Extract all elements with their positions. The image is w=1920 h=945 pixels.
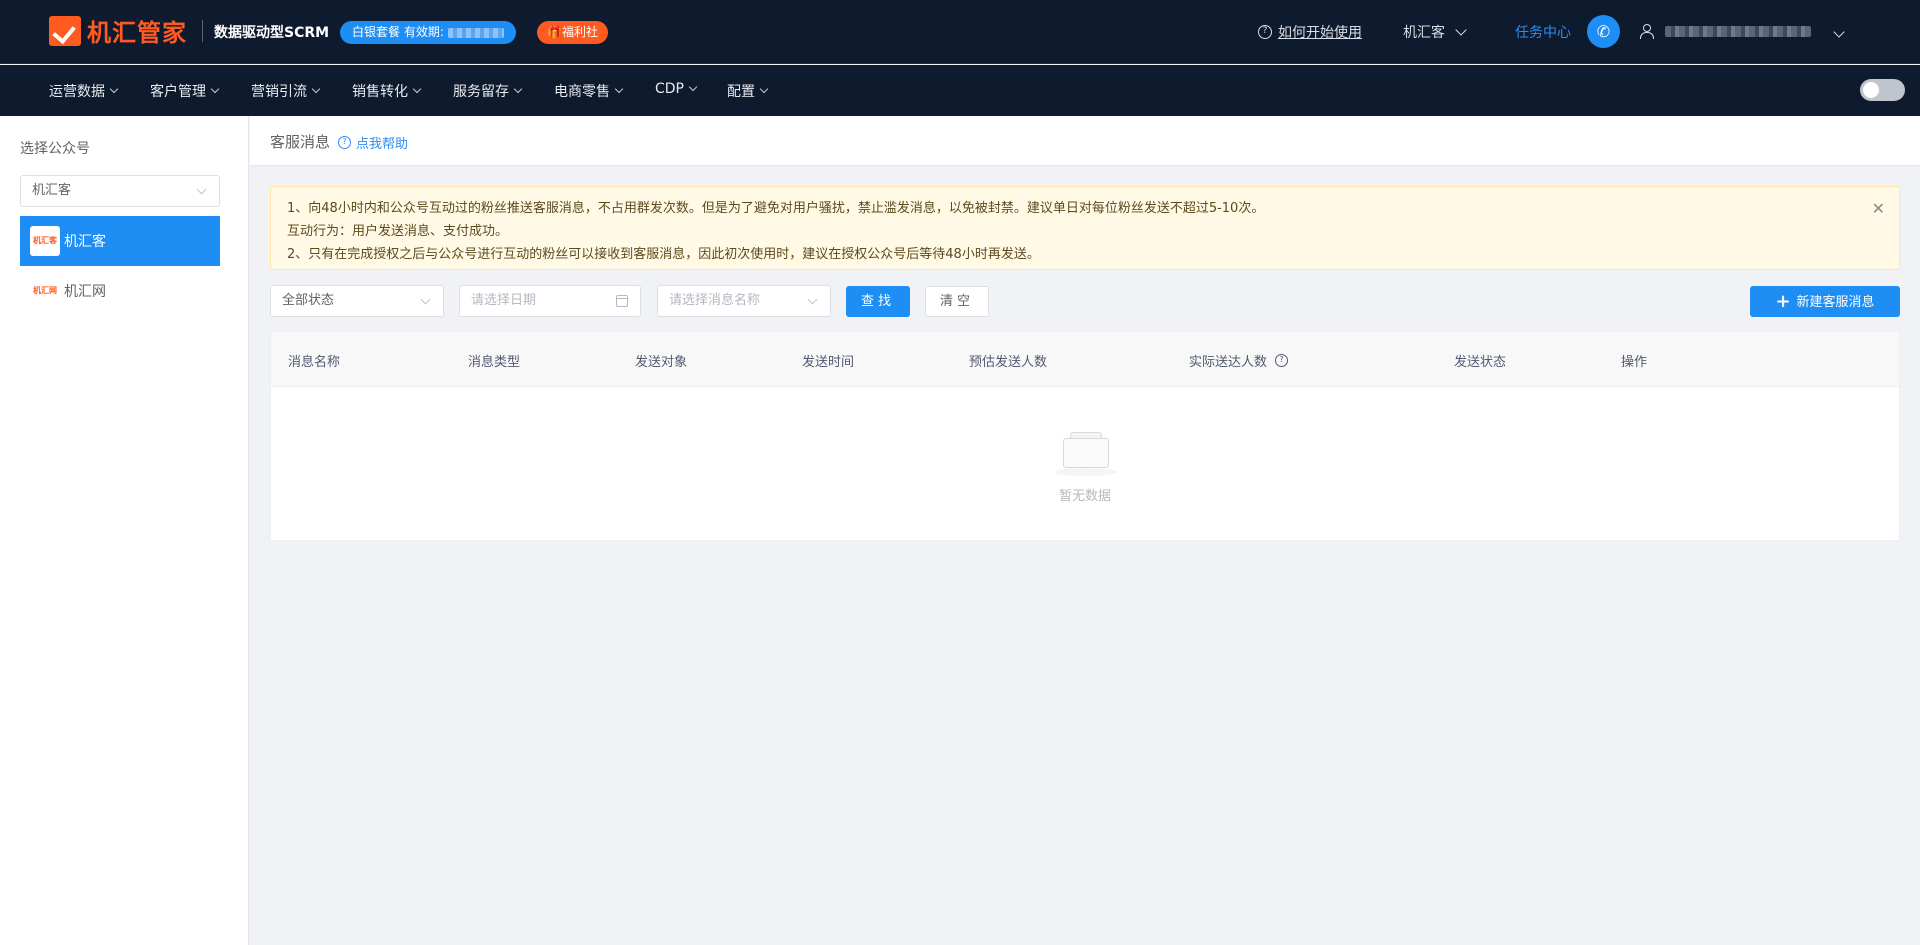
brand-logo[interactable]: 机汇管家 [49, 13, 187, 48]
divider [202, 20, 203, 42]
nav-label: 客户管理 [150, 84, 206, 100]
page-title: 客服消息 [270, 133, 331, 151]
nav-item-ecommerce[interactable]: 电商零售 [554, 81, 624, 101]
welfare-badge[interactable]: 🎁福利社 [537, 21, 608, 44]
new-message-label: 新建客服消息 [1796, 295, 1875, 310]
account-avatar: 机汇客 [30, 226, 60, 256]
user-icon [1640, 24, 1654, 39]
chevron-down-icon [1455, 24, 1467, 36]
column-header: 发送状态 [1454, 355, 1507, 370]
help-start-label: 如何开始使用 [1278, 25, 1362, 41]
column-header: 实际送达人数 [1189, 355, 1268, 370]
nav-item-service[interactable]: 服务留存 [453, 81, 523, 101]
empty-box [1063, 438, 1109, 468]
clear-button[interactable]: 清空 [925, 286, 989, 317]
plus-icon: + [1775, 291, 1791, 312]
logo-check-icon [49, 15, 81, 46]
nav-item-settings[interactable]: 配置 [727, 81, 769, 101]
question-icon[interactable]: ? [1275, 354, 1289, 367]
column-header: 消息类型 [468, 355, 521, 370]
account-switcher-label: 机汇客 [1403, 25, 1445, 41]
package-label: 白银套餐 有效期: [352, 25, 444, 39]
account-avatar: 机汇网 [33, 286, 57, 295]
message-name-placeholder: 请选择消息名称 [669, 293, 761, 308]
column-header: 预估发送人数 [969, 355, 1048, 370]
column-header: 消息名称 [288, 355, 341, 370]
sidebar-item-account[interactable]: 机汇网 机汇网 [20, 266, 220, 316]
account-name: 机汇网 [64, 284, 106, 300]
notice-line: 1、向48小时内和公众号互动过的粉丝推送客服消息，不占用群发次数。但是为了避免对… [287, 201, 1265, 216]
chevron-down-icon [412, 84, 422, 94]
chevron-down-icon [759, 84, 769, 94]
nav-label: 配置 [727, 84, 755, 100]
account-switcher[interactable]: 机汇客 [1403, 22, 1467, 42]
account-select[interactable]: 机汇客 [20, 175, 220, 207]
sidebar-title: 选择公众号 [20, 141, 90, 157]
nav-item-sales[interactable]: 销售转化 [352, 81, 422, 101]
notice-line: 互动行为：用户发送消息、支付成功。 [287, 224, 509, 239]
top-header: 机汇管家 数据驱动型SCRM 白银套餐 有效期: 🎁福利社 ? 如何开始使用 机… [0, 0, 1920, 64]
status-select-value: 全部状态 [282, 293, 335, 308]
chevron-down-icon [614, 84, 624, 94]
nav-label: 营销引流 [251, 84, 307, 100]
empty-shadow [1054, 468, 1118, 476]
empty-inbox-icon [1054, 432, 1118, 476]
phone-icon[interactable]: ✆ [1587, 15, 1620, 48]
close-icon[interactable]: ✕ [1872, 201, 1885, 217]
question-icon: ? [338, 136, 351, 149]
main-nav: 运营数据 客户管理 营销引流 销售转化 服务留存 电商零售 CDP 配置 [0, 65, 1920, 116]
slogan: 数据驱动型SCRM [214, 25, 330, 41]
nav-label: 电商零售 [554, 84, 610, 100]
date-placeholder: 请选择日期 [471, 293, 537, 308]
nav-label: 服务留存 [453, 84, 509, 100]
nav-item-customer[interactable]: 客户管理 [150, 81, 220, 101]
task-center-link[interactable]: 任务中心 [1515, 22, 1571, 42]
chevron-down-icon [311, 84, 321, 94]
chevron-down-icon [210, 84, 220, 94]
nav-item-ops-data[interactable]: 运营数据 [49, 81, 119, 101]
sidebar-item-account[interactable]: 机汇客 机汇客 [20, 216, 220, 266]
question-icon: ? [1258, 25, 1272, 39]
column-header: 发送对象 [635, 355, 688, 370]
status-select[interactable]: 全部状态 [270, 285, 444, 317]
logo-text: 机汇管家 [87, 19, 187, 47]
message-name-select[interactable]: 请选择消息名称 [657, 285, 831, 317]
date-picker[interactable]: 请选择日期 [459, 285, 641, 317]
nav-label: 运营数据 [49, 84, 105, 100]
calendar-icon [616, 295, 628, 307]
notice-alert: 1、向48小时内和公众号互动过的粉丝推送客服消息，不占用群发次数。但是为了避免对… [270, 186, 1900, 270]
nav-item-cdp[interactable]: CDP [655, 81, 698, 97]
help-link-label: 点我帮助 [356, 137, 409, 152]
notice-line: 2、只有在完成授权之后与公众号进行互动的粉丝可以接收到客服消息，因此初次使用时，… [287, 247, 1040, 262]
chevron-down-icon [196, 184, 207, 195]
search-button[interactable]: 查找 [846, 286, 910, 317]
help-start-link[interactable]: ? 如何开始使用 [1258, 22, 1362, 42]
column-header: 发送时间 [802, 355, 855, 370]
redacted-user-name[interactable] [1665, 26, 1811, 37]
nav-label: 销售转化 [352, 84, 408, 100]
redacted-expiry [447, 27, 504, 38]
chevron-down-icon [1833, 26, 1845, 38]
nav-label: CDP [655, 81, 684, 97]
account-name: 机汇客 [64, 234, 106, 250]
account-select-value: 机汇客 [32, 183, 72, 198]
package-badge: 白银套餐 有效期: [340, 21, 516, 44]
chevron-down-icon [513, 84, 523, 94]
breadcrumb: 客服消息 ? 点我帮助 [250, 116, 1920, 166]
chevron-down-icon [420, 294, 431, 305]
user-menu-chevron[interactable] [1823, 24, 1845, 40]
column-header: 操作 [1621, 355, 1648, 370]
new-message-button[interactable]: + 新建客服消息 [1750, 286, 1900, 317]
chevron-down-icon [807, 294, 818, 305]
theme-toggle[interactable] [1860, 79, 1905, 101]
empty-text: 暂无数据 [1058, 489, 1111, 504]
chevron-down-icon [688, 82, 698, 92]
table-header: 消息名称 消息类型 发送对象 发送时间 预估发送人数 实际送达人数 ? 发送状态… [271, 332, 1899, 387]
help-link[interactable]: ? 点我帮助 [338, 133, 408, 152]
sidebar: 选择公众号 机汇客 机汇客 机汇客 机汇网 机汇网 [0, 116, 249, 945]
message-table: 消息名称 消息类型 发送对象 发送时间 预估发送人数 实际送达人数 ? 发送状态… [270, 331, 1900, 541]
chevron-down-icon [109, 84, 119, 94]
column-header-with-help: 实际送达人数 ? [1189, 351, 1289, 370]
nav-item-marketing[interactable]: 营销引流 [251, 81, 321, 101]
